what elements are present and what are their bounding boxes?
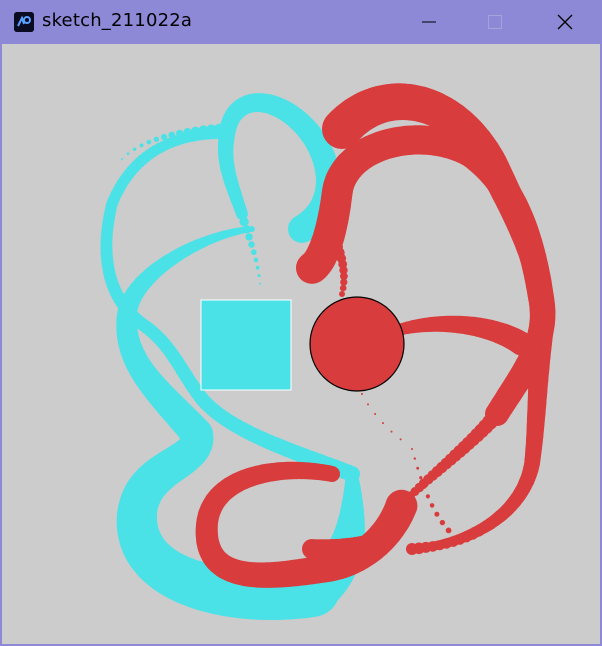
red-dot bbox=[476, 529, 484, 537]
red-dot bbox=[494, 518, 500, 524]
cyan-dot bbox=[146, 139, 152, 145]
maximize-button[interactable] bbox=[472, 0, 518, 44]
red-dot bbox=[504, 508, 510, 514]
red-dot bbox=[374, 413, 377, 415]
cyan-dot bbox=[176, 129, 184, 138]
maximize-icon bbox=[488, 15, 502, 29]
minimize-button[interactable] bbox=[406, 0, 452, 44]
red-dot bbox=[469, 532, 478, 540]
cyan-dot bbox=[121, 158, 123, 160]
red-dot bbox=[462, 534, 471, 543]
minimize-icon bbox=[422, 21, 436, 23]
red-dot bbox=[439, 519, 446, 526]
cyan-dot bbox=[139, 143, 144, 148]
red-dot bbox=[419, 476, 423, 480]
red-dot bbox=[508, 503, 514, 508]
red-dot bbox=[390, 430, 393, 433]
cyan-dot bbox=[183, 128, 192, 137]
red-dot bbox=[499, 513, 505, 519]
red-dot bbox=[361, 393, 363, 395]
cyan-dot bbox=[191, 126, 200, 136]
cyan-dot bbox=[126, 152, 130, 155]
red-circle bbox=[309, 296, 405, 392]
cyan-dot bbox=[132, 147, 137, 151]
red-dot bbox=[399, 438, 402, 441]
sketch-drawing bbox=[100, 83, 556, 620]
cyan-dot bbox=[255, 265, 260, 270]
cyan-dot bbox=[153, 136, 160, 142]
red-dot bbox=[339, 284, 347, 292]
title-bar[interactable]: sketch_211022a bbox=[0, 0, 602, 44]
red-dot bbox=[434, 511, 440, 517]
red-dot bbox=[367, 403, 369, 406]
close-button[interactable] bbox=[542, 0, 588, 44]
processing-app-icon bbox=[14, 12, 34, 32]
red-dot bbox=[416, 466, 420, 470]
red-dot bbox=[393, 520, 406, 533]
cyan-dot bbox=[161, 133, 168, 141]
cyan-dot bbox=[239, 217, 249, 227]
cyan-dot bbox=[257, 274, 261, 278]
cyan-dot bbox=[248, 241, 255, 248]
red-dot bbox=[429, 503, 435, 508]
red-dot bbox=[488, 522, 495, 529]
window-title: sketch_211022a bbox=[42, 10, 193, 31]
red-dot bbox=[296, 251, 328, 284]
cyan-dot bbox=[259, 282, 261, 285]
sketch-window: sketch_211022a bbox=[0, 0, 602, 646]
cyan-dot bbox=[242, 225, 251, 234]
cyan-dot bbox=[168, 131, 176, 139]
red-dot bbox=[327, 230, 339, 242]
cyan-dot bbox=[251, 249, 257, 255]
cyan-square bbox=[200, 299, 292, 391]
red-dot bbox=[482, 526, 490, 533]
red-dot bbox=[339, 291, 345, 297]
cyan-dot bbox=[253, 257, 259, 263]
close-icon bbox=[557, 14, 573, 30]
red-dot bbox=[413, 457, 416, 460]
red-dot bbox=[422, 485, 427, 489]
cyan-dot bbox=[245, 233, 253, 241]
red-dot bbox=[382, 422, 384, 425]
sketch-canvas[interactable] bbox=[2, 44, 600, 644]
red-dot bbox=[411, 448, 413, 450]
red-dot bbox=[509, 331, 534, 356]
red-dot bbox=[445, 527, 452, 534]
red-dot bbox=[425, 494, 430, 499]
